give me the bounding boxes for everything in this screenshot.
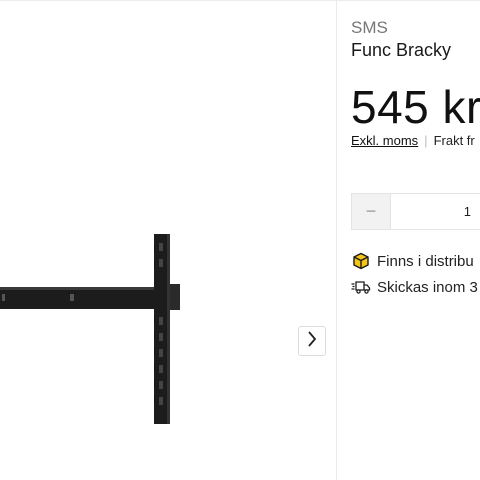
minus-icon: − [365, 201, 377, 221]
chevron-right-icon [307, 330, 317, 352]
availability-text: Finns i distribu [377, 252, 474, 270]
price-meta: Exkl. moms | Frakt fr [351, 133, 475, 148]
availability-status: Finns i distribu [351, 251, 474, 271]
product-brand[interactable]: SMS [351, 18, 388, 38]
box-icon [351, 251, 371, 271]
product-info: SMS Func Bracky 545 kr Exkl. moms | Frak… [351, 0, 480, 480]
shipping-info: Frakt fr [433, 133, 475, 148]
vat-toggle-link[interactable]: Exkl. moms [351, 133, 418, 148]
product-title: Func Bracky [351, 40, 452, 60]
delivery-truck-icon [351, 277, 371, 297]
quantity-input[interactable]: 1 [391, 194, 471, 229]
shipping-text: Skickas inom 3 [377, 278, 478, 296]
decrement-button[interactable]: − [352, 194, 391, 229]
shipping-status: Skickas inom 3 [351, 277, 478, 297]
product-gallery [0, 1, 336, 480]
product-price: 545 kr [351, 81, 480, 133]
product-image[interactable] [0, 1, 336, 480]
meta-separator: | [424, 133, 428, 148]
next-image-button[interactable] [298, 326, 326, 356]
panel-divider [336, 0, 337, 480]
quantity-stepper: − 1 [351, 193, 480, 230]
